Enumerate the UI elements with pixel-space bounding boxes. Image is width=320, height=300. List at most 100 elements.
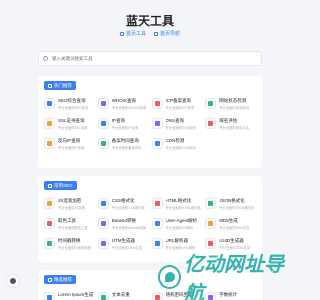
tool-icon	[151, 238, 163, 249]
tool-item[interactable]: HTML格式化专业全面的HTML格式化	[151, 196, 203, 211]
tool-name: WHOIS查询	[111, 97, 136, 103]
tool-item[interactable]: UTM生成器专业全面的UTM生成	[97, 236, 149, 251]
tool-item[interactable]: 取色工具 专业全面的取色工具	[44, 216, 95, 231]
tool-desc: 专业全面的CSS格式化	[111, 205, 145, 210]
section-hot-grid: SEO综合查询 专业全面的SEO查询 WHOIS查询 专业全面的WHOIS查询 ICP备…	[44, 96, 256, 151]
tool-desc: 专业全面的JSON格式化	[219, 205, 255, 210]
tool-item[interactable]: User-Agent解析 专业全面的UA解析	[151, 216, 203, 231]
tool-icon	[151, 218, 163, 229]
tool-name: URL解析器	[165, 237, 189, 243]
tool-desc: 专业全面的WHOIS查询	[111, 105, 147, 110]
tool-name: JS混淆加密	[58, 197, 82, 203]
tool-desc: 专业全面的JS混淆	[58, 205, 85, 210]
tool-icon	[205, 118, 217, 129]
tool-icon	[205, 218, 217, 229]
tool-name: DNS查询	[165, 117, 185, 123]
tool-item[interactable]: SEO综合查询 专业全面的SEO查询	[44, 96, 95, 111]
tool-item[interactable]: Lorem Ipsum生成专业全面的文本生成	[44, 290, 95, 300]
header-links: 首页工具 首页导航	[0, 30, 300, 37]
section-featured-label: 精选推荐	[54, 276, 72, 282]
tool-name: Lorem Ipsum生成	[58, 291, 94, 297]
watermark-text: 亿动网址导航	[184, 252, 284, 300]
tool-item[interactable]: CDN检测专业全面的CDN检测	[151, 136, 203, 151]
tool-name: ICP备案查询	[165, 97, 192, 103]
tool-item[interactable]: SSL证书查询 专业全面的SSL查询	[44, 116, 95, 131]
tool-name: CSS格式化	[111, 197, 135, 203]
tool-desc: 专业全面的HTML格式化	[165, 205, 201, 210]
search-input[interactable]	[52, 56, 232, 61]
tool-item[interactable]: MD5生成 专业全面的MD5生成	[205, 216, 256, 231]
star-icon	[48, 277, 52, 282]
tool-icon	[97, 98, 109, 109]
tool-name: 文本去重	[111, 291, 130, 297]
grid-icon	[154, 31, 158, 36]
tool-icon	[151, 138, 163, 149]
tool-name: HTML格式化	[165, 197, 192, 203]
tool-desc: 专业全面的取色工具	[58, 225, 88, 230]
page-title: 蓝天工具	[125, 14, 174, 28]
tool-desc: 专业全面的CDN检测	[165, 145, 196, 150]
section-hot-label: 热门推荐	[54, 82, 72, 88]
refresh-icon	[48, 183, 52, 188]
home-icon	[119, 31, 124, 36]
tool-name: IP查询	[111, 117, 126, 123]
tool-icon	[151, 98, 163, 109]
tool-item[interactable]: 文本去重专业全面的文本去重	[97, 290, 149, 300]
tool-icon	[97, 198, 109, 209]
tool-desc: 专业全面的域名评估	[219, 125, 249, 130]
tool-item[interactable]: 域名评估 专业全面的域名评估	[205, 116, 256, 131]
tool-item[interactable]: 网站状态检测 专业全面的状态检测	[205, 96, 256, 111]
tool-name: CDN检测	[165, 137, 185, 143]
tool-item[interactable]: JSON格式化 专业全面的JSON格式化	[205, 196, 256, 211]
tool-desc: 专业全面的备案查询	[111, 145, 142, 150]
search-bar[interactable]	[38, 51, 262, 66]
tool-item[interactable]: Base64转换专业全面的Base64转换	[97, 216, 149, 231]
tool-icon	[151, 118, 163, 129]
tool-icon	[44, 218, 55, 229]
tool-name: SSL证书查询	[58, 117, 85, 123]
tool-icon	[44, 138, 55, 149]
tool-desc: 专业全面的IP查询	[58, 145, 85, 150]
tool-icon	[97, 118, 109, 129]
tool-desc: 专业全面的DNS查询	[165, 125, 196, 130]
tool-item[interactable]: WHOIS查询专业全面的WHOIS查询	[97, 96, 149, 111]
tool-desc: 专业全面的UA解析	[165, 225, 194, 230]
tool-icon	[44, 198, 55, 209]
section-hot-tag: 热门推荐	[44, 81, 76, 90]
tool-item[interactable]: JS混淆加密 专业全面的JS混淆	[44, 196, 95, 211]
tool-desc: 专业全面的UTM生成	[111, 245, 142, 250]
tool-icon	[205, 198, 217, 209]
tool-item[interactable]: 时间戳转换 专业全面的时间戳转换	[44, 236, 95, 251]
tool-item[interactable]: ICP备案查询 专业全面的ICP查询	[151, 96, 203, 111]
tool-name: UUID生成器	[219, 237, 244, 243]
tool-name: Base64转换	[111, 217, 137, 223]
section-hot: 热门推荐 SEO综合查询 专业全面的SEO查询 WHOIS查询 专业全面的WHOIS查…	[38, 76, 262, 168]
tool-item[interactable]: DNS查询专业全面的DNS查询	[151, 116, 203, 131]
tool-icon	[97, 238, 109, 249]
tool-name: UTM生成器	[111, 237, 135, 243]
tool-name: 反向IP查询	[58, 137, 81, 143]
tool-icon	[97, 218, 109, 229]
tool-name: SEO综合查询	[58, 97, 86, 103]
tool-item[interactable]: CSS格式化专业全面的CSS格式化	[97, 196, 149, 211]
home-tools-link[interactable]: 首页工具	[119, 30, 146, 37]
tool-name: 备案时间查询	[111, 137, 139, 143]
home-nav-link[interactable]: 首页导航	[154, 30, 180, 37]
tool-icon	[151, 292, 163, 300]
tool-item[interactable]: 反向IP查询 专业全面的IP查询	[44, 136, 95, 151]
tool-desc: 专业全面的ICP查询	[165, 105, 195, 110]
tool-name: 网站状态检测	[219, 97, 247, 103]
tool-desc: 专业全面的Base64转换	[111, 225, 147, 230]
tool-icon	[44, 238, 55, 249]
avatar[interactable]	[6, 274, 20, 288]
tool-item[interactable]: 备案时间查询 专业全面的备案查询	[97, 136, 149, 151]
user-icon	[10, 278, 16, 284]
tool-desc: 专业全面的MD5生成	[219, 225, 250, 230]
tool-icon	[44, 118, 55, 129]
home-nav-label: 首页导航	[160, 31, 181, 37]
tool-item[interactable]: IP查询 专业全面的IP查询	[97, 116, 149, 131]
tool-icon	[97, 138, 109, 149]
tool-icon	[44, 98, 55, 109]
tool-desc: 专业全面的SEO查询	[58, 105, 89, 110]
tool-icon	[44, 292, 55, 300]
